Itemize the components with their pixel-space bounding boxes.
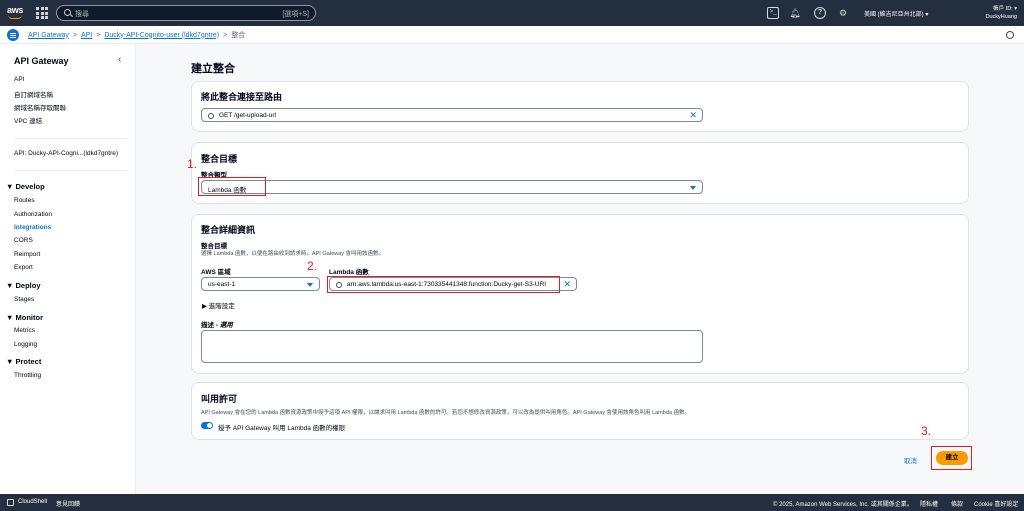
menu-icon[interactable] — [7, 29, 19, 41]
permission-card: 叫用許可 API Gateway 會在您的 Lambda 函數資源政策中授予這項… — [191, 382, 969, 440]
footer-privacy[interactable]: 隱私權 — [920, 499, 938, 508]
search-placeholder: 搜尋 — [75, 11, 89, 18]
annotation-box-2 — [327, 276, 560, 293]
breadcrumb-separator: > — [96, 31, 101, 39]
permission-toggle-label: 授予 API Gateway 叫用 Lambda 函數的權限 — [218, 425, 346, 432]
annotation-label-2: 2. — [307, 259, 318, 273]
sidebar-item-throttling[interactable]: Throttling — [14, 372, 41, 379]
breadcrumb-api-name[interactable]: Ducky-API-Cognito-user (ldkd7gntre) — [104, 32, 219, 39]
search-shortcut: [選項+S] — [282, 11, 309, 18]
sidebar-item-cors[interactable]: CORS — [14, 237, 33, 244]
footer: CloudShell 意見回饋 © 2025, Amazon Web Servi… — [0, 494, 1024, 511]
sidebar-item-domain-access[interactable]: 網域名稱存取關聯 — [14, 102, 66, 112]
breadcrumb: API Gateway > API > Ducky-API-Cognito-us… — [28, 30, 245, 40]
sidebar-item-vpc-links[interactable]: VPC 連結 — [14, 115, 42, 125]
footer-cookie[interactable]: Cookie 喜好設定 — [974, 499, 1018, 508]
sidebar-section-deploy[interactable]: ▼ Deploy — [6, 281, 41, 290]
permission-desc: API Gateway 會在您的 Lambda 函數資源政策中授予這項 API … — [201, 410, 690, 416]
caret-down-icon — [307, 283, 313, 287]
sidebar-section-develop[interactable]: ▼ Develop — [6, 182, 45, 191]
clear-icon[interactable]: ✕ — [563, 279, 571, 290]
sidebar-divider — [14, 138, 126, 139]
aws-region-label: AWS 區域 — [201, 269, 231, 276]
region-selector[interactable]: 美國 (維吉尼亞州北部) ▾ — [864, 9, 928, 18]
footer-feedback[interactable]: 意見回饋 — [56, 499, 80, 508]
search-icon — [208, 112, 214, 119]
clear-icon[interactable]: ✕ — [689, 110, 697, 121]
integration-target-desc: 選擇 Lambda 函數，以便在路由收到請求時，API Gateway 會叫用該… — [201, 251, 385, 257]
sidebar-item-logging[interactable]: Logging — [14, 341, 37, 348]
annotation-label-1: 1. — [187, 157, 198, 171]
bell-icon[interactable]: 🔔︎ — [789, 7, 801, 19]
route-search-input[interactable]: GET /get-upload-url ✕ — [201, 108, 703, 122]
page-title: 建立整合 — [191, 63, 235, 75]
clock-icon[interactable] — [1006, 31, 1014, 39]
sidebar-item-export[interactable]: Export — [14, 264, 33, 271]
integration-target-card: 整合目標 整合類型 Lambda 函數 — [191, 142, 969, 204]
footer-terms[interactable]: 條款 — [951, 499, 963, 508]
sidebar-section-monitor[interactable]: ▼ Monitor — [6, 313, 43, 322]
sidebar-item-integrations[interactable]: Integrations — [14, 224, 51, 231]
sidebar-item-metrics[interactable]: Metrics — [14, 327, 35, 334]
sidebar-item-stages[interactable]: Stages — [14, 296, 34, 303]
search-input[interactable]: 搜尋 [選項+S] — [56, 5, 316, 21]
sidebar-divider — [14, 170, 126, 171]
gear-icon[interactable]: ⚙ — [837, 7, 849, 19]
caret-down-icon — [690, 186, 696, 190]
integration-details-card: 整合詳細資訊 整合目標 選擇 Lambda 函數，以便在路由收到請求時，API … — [191, 214, 969, 374]
sidebar-section-label: Monitor — [15, 313, 44, 322]
breadcrumb-api[interactable]: API — [81, 32, 92, 39]
breadcrumb-api-gateway[interactable]: API Gateway — [28, 32, 69, 39]
sidebar-api-label[interactable]: API: Ducky-API-Cogni...(ldkd7gntre) — [14, 150, 118, 157]
route-value: GET /get-upload-url — [219, 112, 276, 119]
card-title: 將此整合連接至路由 — [201, 92, 283, 102]
breadcrumb-separator: > — [223, 31, 228, 39]
sidebar-item-routes[interactable]: Routes — [14, 197, 35, 204]
top-navigation: aws 搜尋 [選項+S] >_ 🔔︎ ? ⚙ 美國 (維吉尼亞州北部) ▾ 帳… — [0, 0, 1024, 26]
cancel-button[interactable]: 取消 — [904, 455, 917, 465]
account-id: 帳戶 ID: ▾ — [993, 6, 1017, 12]
sidebar-item-authorization[interactable]: Authorization — [14, 211, 52, 218]
card-title: 整合目標 — [201, 154, 238, 164]
breadcrumb-current: 整合 — [231, 32, 246, 39]
card-title: 整合詳細資訊 — [201, 225, 256, 235]
footer-copyright: © 2025, Amazon Web Services, Inc. 或其關係企業… — [773, 502, 913, 508]
integration-type-select[interactable]: Lambda 函數 — [201, 180, 703, 194]
sidebar-title: API Gateway — [14, 56, 69, 66]
breadcrumb-bar: API Gateway > API > Ducky-API-Cognito-us… — [0, 26, 1024, 44]
cloudshell-icon[interactable]: >_ — [767, 7, 779, 19]
search-icon — [64, 9, 71, 16]
optional-label: 選用 — [219, 322, 233, 329]
footer-cloudshell[interactable]: CloudShell — [18, 499, 47, 505]
aws-region-select[interactable]: us-east-1 — [201, 277, 320, 291]
annotation-box-1 — [198, 177, 266, 196]
sidebar-section-label: Protect — [15, 357, 42, 366]
annotation-label-3: 3. — [921, 424, 932, 438]
lambda-function-label: Lambda 函數 — [329, 269, 369, 276]
sidebar-item-custom-domains[interactable]: 自訂網域名稱 — [14, 89, 53, 99]
sidebar: API Gateway ‹ API 自訂網域名稱 網域名稱存取關聯 VPC 連結… — [0, 44, 136, 495]
aws-region-value: us-east-1 — [208, 281, 236, 288]
description-label: 描述 - 選用 — [201, 319, 233, 329]
chevron-left-icon[interactable]: ‹ — [118, 54, 121, 65]
cloudshell-icon[interactable] — [7, 499, 14, 506]
description-textarea[interactable] — [201, 330, 703, 363]
permission-toggle[interactable] — [201, 422, 213, 429]
account-menu[interactable]: 帳戶 ID: ▾ DuckyHuang — [953, 5, 1018, 21]
help-icon[interactable]: ? — [814, 7, 826, 19]
annotation-box-3 — [931, 446, 972, 470]
sidebar-section-label: Develop — [15, 182, 45, 191]
aws-logo[interactable]: aws — [7, 5, 25, 19]
sidebar-item-api[interactable]: API — [14, 76, 24, 83]
route-card: 將此整合連接至路由 GET /get-upload-url ✕ — [191, 81, 969, 132]
breadcrumb-separator: > — [72, 31, 77, 39]
description-label-text: 描述 - — [201, 322, 220, 329]
advanced-settings-toggle[interactable]: ▶ 進階設定 — [202, 300, 235, 310]
sidebar-section-protect[interactable]: ▼ Protect — [6, 357, 41, 366]
services-grid-icon[interactable] — [36, 7, 48, 19]
sidebar-section-label: Deploy — [15, 281, 41, 290]
account-user: DuckyHuang — [985, 14, 1018, 20]
card-title: 叫用許可 — [201, 394, 238, 404]
sidebar-item-reimport[interactable]: Reimport — [14, 251, 40, 258]
